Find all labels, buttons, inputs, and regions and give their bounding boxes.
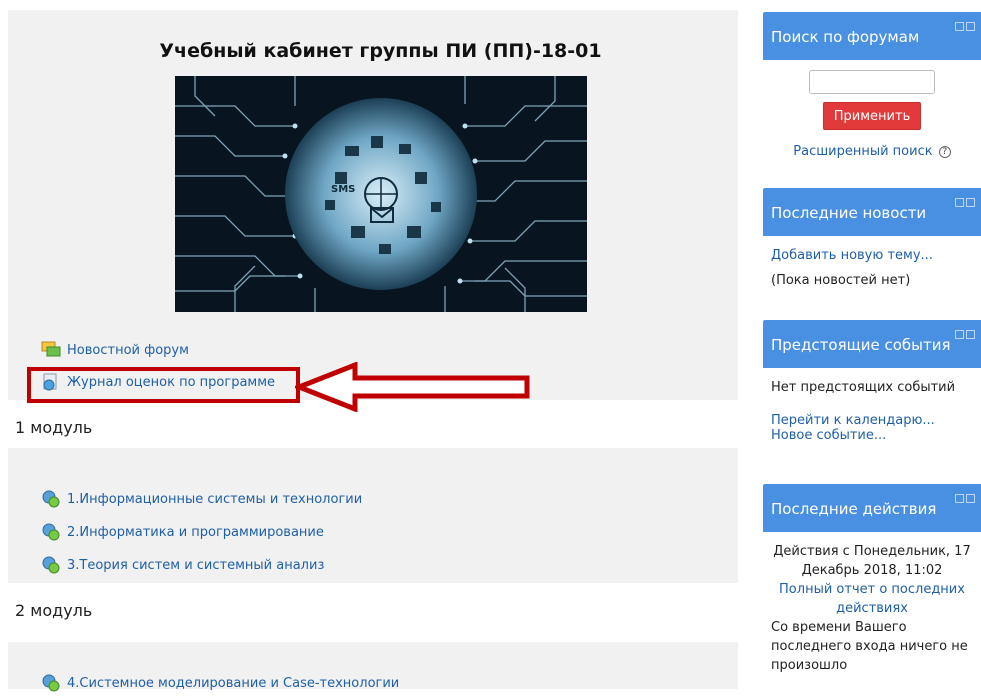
lesson-icon — [41, 489, 61, 509]
nothing-happened-text: Со времени Вашего последнего входа ничег… — [771, 620, 968, 673]
apply-button[interactable]: Применить — [823, 102, 921, 130]
no-events-text: Нет предстоящих событий — [771, 380, 956, 395]
latest-news-block: Последние новости Добавить новую тему...… — [763, 188, 981, 296]
collapse-icon[interactable] — [955, 330, 964, 339]
upcoming-events-header: Предстоящие события — [763, 320, 981, 368]
section-1-item-3[interactable]: 3.Теория систем и системный анализ — [41, 555, 324, 575]
no-news-text: (Пока новостей нет) — [771, 273, 911, 288]
circuit-globe-image: SMS — [175, 76, 587, 312]
dock-icon[interactable] — [966, 330, 975, 339]
latest-news-title: Последние новости — [771, 204, 927, 222]
pointer-arrow — [295, 362, 530, 412]
upcoming-events-block: Предстоящие события Нет предстоящих собы… — [763, 320, 981, 451]
help-icon[interactable]: ? — [938, 145, 951, 158]
news-forum-label: Новостной форум — [67, 342, 189, 358]
section-2-item-1-label: 4.Системное моделирование и Case-техноло… — [67, 675, 400, 691]
course-main: Учебный кабинет группы ПИ (ПП)-18-01 SMS… — [8, 10, 738, 692]
section-1-item-3-label: 3.Теория систем и системный анализ — [67, 557, 325, 573]
recent-activity-block: Последние действия Действия с Понедельни… — [763, 484, 981, 683]
section-2-title: 2 модуль — [15, 601, 93, 620]
full-report-link[interactable]: Полный отчет о последних действиях — [771, 580, 973, 618]
section-1-item-1-label: 1.Информационные системы и технологии — [67, 491, 363, 507]
upcoming-events-title: Предстоящие события — [771, 336, 951, 354]
forum-search-block: Поиск по форумам Применить Расширенный п… — [763, 12, 981, 159]
sms-label: SMS — [331, 184, 355, 195]
section-2-item-1[interactable]: 4.Системное моделирование и Case-техноло… — [41, 673, 399, 693]
course-banner-image: SMS — [175, 76, 587, 312]
section-1-title: 1 модуль — [15, 418, 93, 437]
collapse-icon[interactable] — [955, 198, 964, 207]
latest-news-header: Последние новости — [763, 188, 981, 236]
dock-icon[interactable] — [966, 494, 975, 503]
activity-since-text: Действия с Понедельник, 17 Декабрь 2018,… — [773, 544, 971, 578]
section-1-item-2[interactable]: 2.Информатика и программирование — [41, 522, 324, 542]
calendar-link[interactable]: Перейти к календарю... — [771, 413, 973, 428]
recent-activity-header: Последние действия — [763, 484, 981, 532]
section-1-item-2-label: 2.Информатика и программирование — [67, 524, 324, 540]
course-title: Учебный кабинет группы ПИ (ПП)-18-01 — [159, 40, 602, 62]
forum-search-input[interactable] — [809, 70, 935, 94]
lesson-icon — [41, 522, 61, 542]
advanced-search-link[interactable]: Расширенный поиск — [793, 144, 932, 159]
lesson-icon — [41, 673, 61, 693]
forum-search-title: Поиск по форумам — [771, 28, 920, 46]
add-topic-link[interactable]: Добавить новую тему... — [771, 248, 973, 263]
forum-icon — [41, 340, 61, 360]
dock-icon[interactable] — [966, 198, 975, 207]
lesson-icon — [41, 555, 61, 575]
section-1-item-1[interactable]: 1.Информационные системы и технологии — [41, 489, 362, 509]
collapse-icon[interactable] — [955, 494, 964, 503]
forum-search-header: Поиск по форумам — [763, 12, 981, 60]
collapse-icon[interactable] — [955, 22, 964, 31]
dock-icon[interactable] — [966, 22, 975, 31]
new-event-link[interactable]: Новое событие... — [771, 428, 973, 443]
forum-search-body: Применить Расширенный поиск ? — [763, 70, 981, 159]
highlight-box — [27, 367, 300, 403]
recent-activity-title: Последние действия — [771, 500, 937, 518]
news-forum-link[interactable]: Новостной форум — [41, 340, 189, 360]
